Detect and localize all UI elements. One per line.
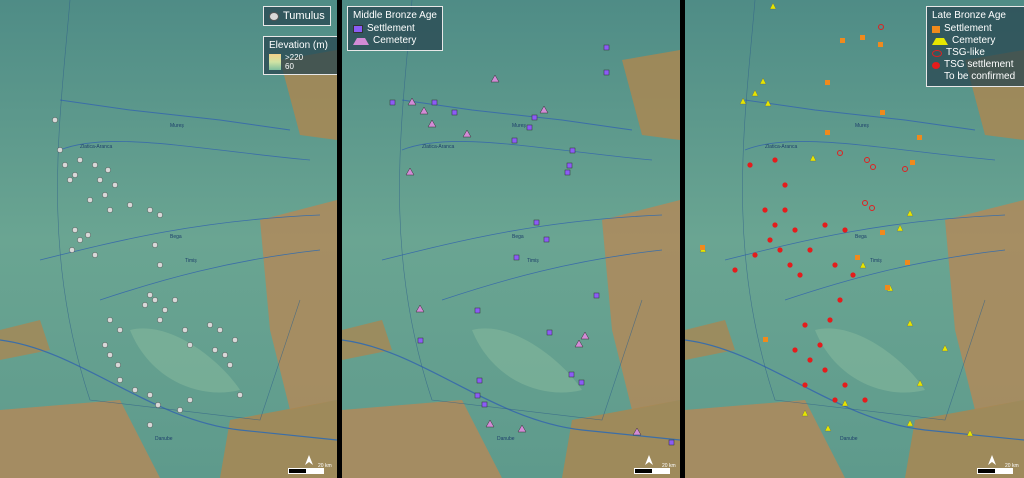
river-label-bega: Bega: [512, 234, 524, 240]
river-label-timis: Timiș: [185, 258, 197, 264]
scale-label: 20 km: [318, 463, 332, 469]
scale-label: 20 km: [1005, 463, 1019, 469]
map-panel-middle-bronze-age: Mureș Zlatica-Aranca Bega Timiș Danube M…: [342, 0, 680, 478]
legend-item-tsg-like: TSG-like: [932, 47, 1020, 59]
river-label-timis: Timiș: [870, 258, 882, 264]
river-label-zlatica: Zlatica-Aranca: [765, 144, 797, 150]
river-label-zlatica: Zlatica-Aranca: [80, 144, 112, 150]
river-label-danube: Danube: [497, 436, 515, 442]
elevation-scale: >220 60: [269, 53, 333, 71]
legend-item-settlement: Settlement: [353, 23, 437, 35]
legend-item-to-be-confirmed: To be confirmed: [932, 71, 1020, 83]
legend-elevation: Elevation (m) >220 60: [263, 36, 337, 75]
river-label-zlatica: Zlatica-Aranca: [422, 144, 454, 150]
legend-middle-bronze-age: Middle Bronze Age Settlement Cemetery: [347, 6, 443, 51]
legend-label: Tumulus: [283, 10, 325, 22]
red-ring-icon: [932, 49, 942, 57]
legend-label: Settlement: [944, 23, 992, 34]
legend-label: Cemetery: [952, 35, 996, 46]
grey-circle-icon: [269, 11, 279, 21]
legend-title: Late Bronze Age: [932, 10, 1006, 21]
river-label-timis: Timiș: [527, 258, 539, 264]
river-label-bega: Bega: [170, 234, 182, 240]
river-label-mures: Mureș: [512, 123, 526, 129]
legend-label: Cemetery: [373, 35, 417, 46]
map-panel-late-bronze-age: Mureș Zlatica-Aranca Bega Timiș Danube L…: [685, 0, 1024, 478]
legend-title: Middle Bronze Age: [353, 10, 437, 21]
legend-label: TSG-like: [946, 47, 985, 58]
red-dot-icon: [932, 61, 940, 69]
map-panel-tumulus: Mureș Zlatica-Aranca Bega Timiș Danube T…: [0, 0, 337, 478]
legend-item-tumulus: Tumulus: [269, 10, 325, 22]
river-label-mures: Mureș: [170, 123, 184, 129]
blank-icon: [932, 73, 940, 81]
purple-triangle-icon: [353, 37, 369, 45]
elevation-ramp-icon: [269, 54, 281, 70]
river-label-mures: Mureș: [855, 123, 869, 129]
river-label-danube: Danube: [155, 436, 173, 442]
elevation-title: Elevation (m): [269, 40, 328, 51]
legend-label: To be confirmed: [944, 71, 1016, 82]
legend-item-tsg-settlement: TSG settlement: [932, 59, 1020, 71]
legend-item-cemetery: Cemetery: [353, 35, 437, 47]
legend-tumulus: Tumulus: [263, 6, 331, 26]
elevation-high-label: >220: [285, 53, 304, 62]
elevation-low-label: 60: [285, 62, 294, 71]
legend-label: TSG settlement: [944, 59, 1014, 70]
legend-item-cemetery: Cemetery: [932, 35, 1020, 47]
river-label-danube: Danube: [840, 436, 858, 442]
river-label-bega: Bega: [855, 234, 867, 240]
legend-late-bronze-age: Late Bronze Age Settlement Cemetery TSG-…: [926, 6, 1024, 87]
legend-label: Settlement: [367, 23, 415, 34]
purple-square-icon: [353, 25, 363, 33]
yellow-triangle-icon: [932, 37, 948, 45]
legend-item-settlement: Settlement: [932, 23, 1020, 35]
scale-label: 20 km: [662, 463, 676, 469]
orange-square-icon: [932, 25, 940, 33]
terrain-map: Mureș Zlatica-Aranca Bega Timiș Danube: [342, 0, 680, 478]
